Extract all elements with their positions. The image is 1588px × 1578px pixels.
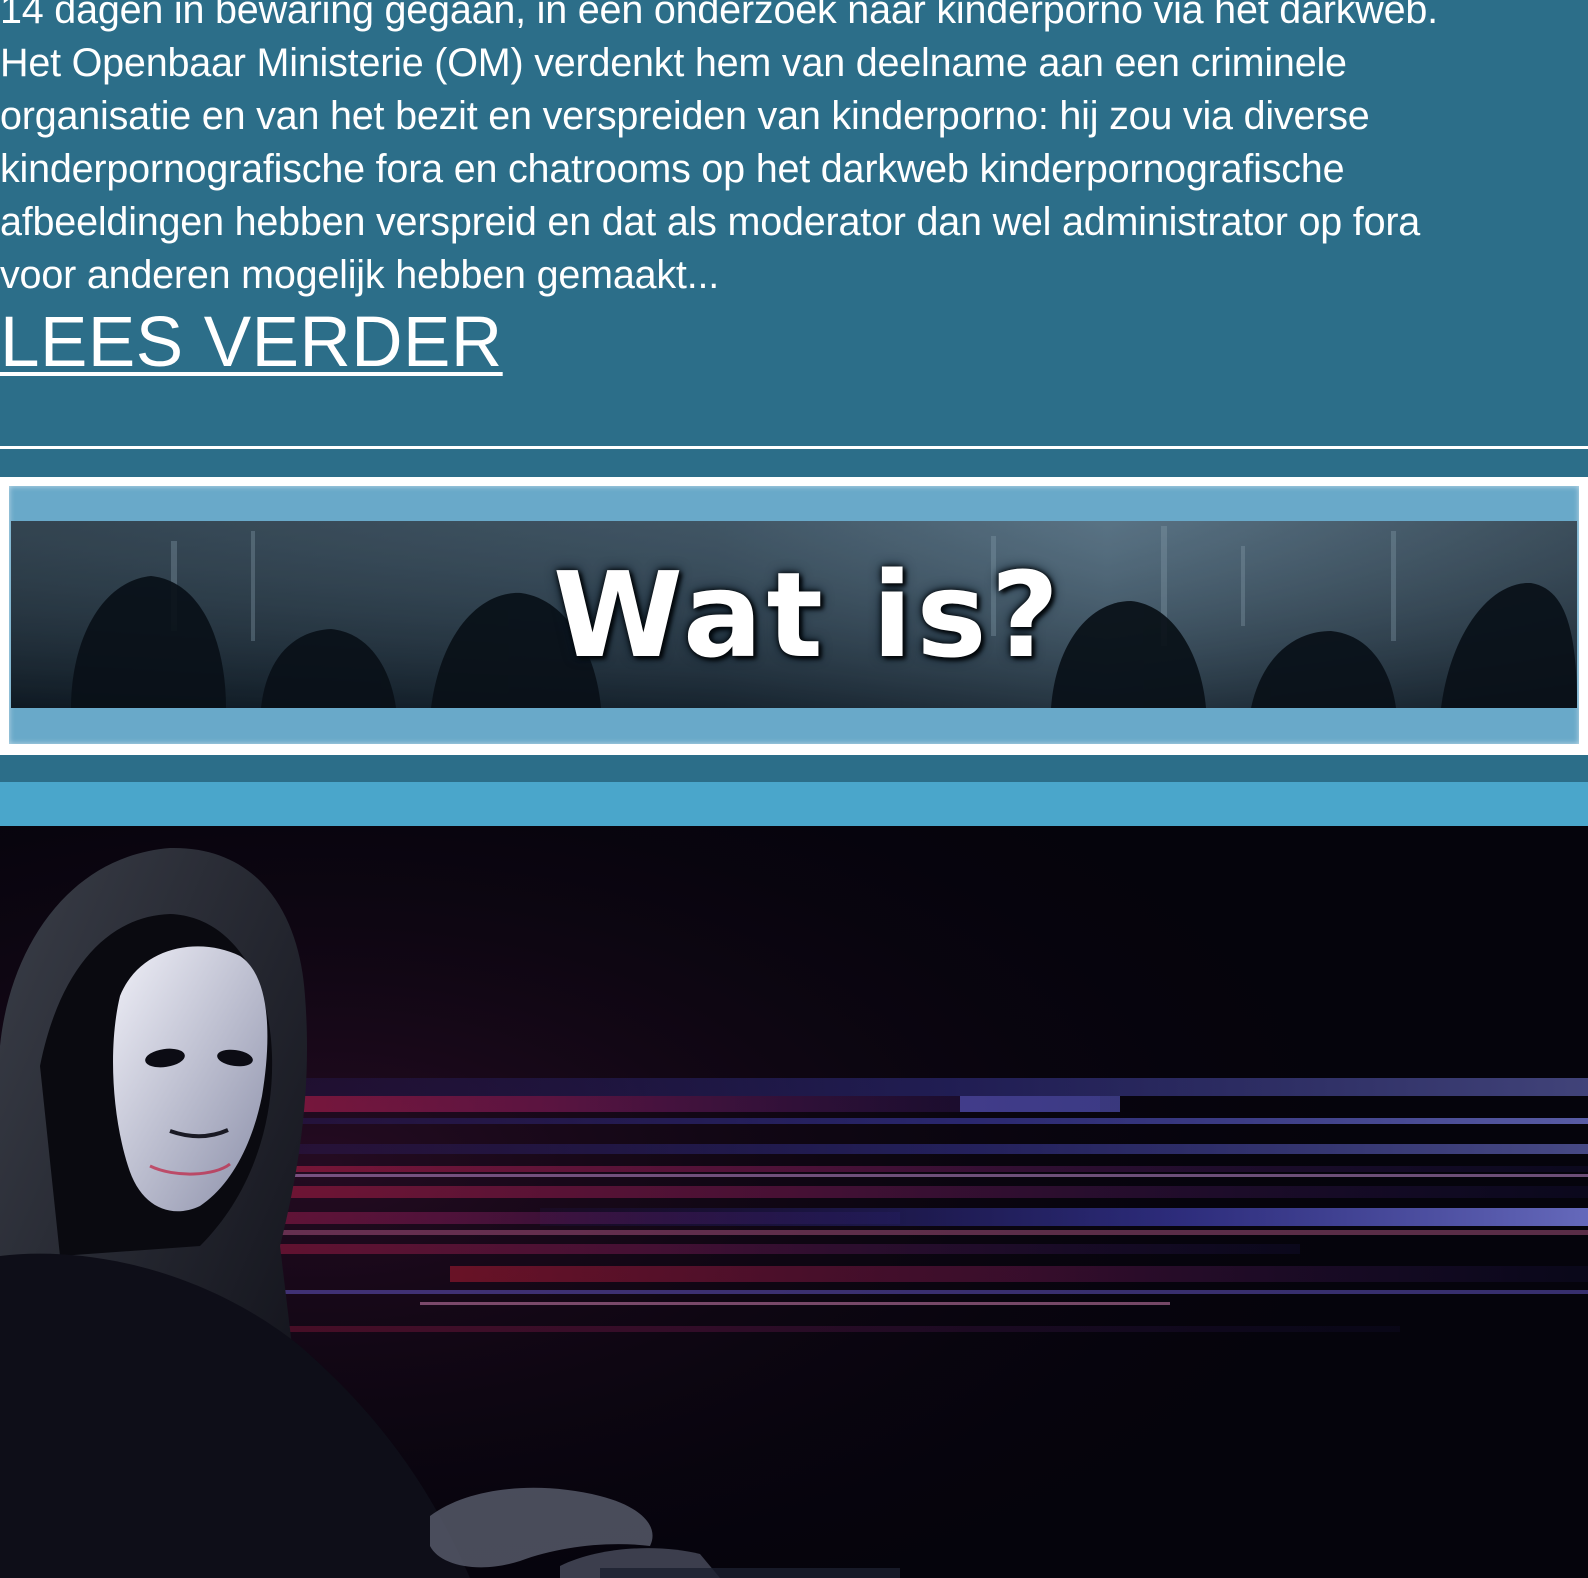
read-more-link[interactable]: LEES VERDER [0,302,503,384]
hero-image [0,826,1588,1578]
banner-title: Wat is? [552,545,1064,684]
article-excerpt-block: 14 dagen in bewaring gegaan, in een onde… [0,0,1588,384]
banner-border: Wat is? [9,486,1579,744]
section-band [0,782,1588,826]
hacker-illustration [0,826,1588,1578]
section-divider [0,446,1588,449]
article-excerpt: 14 dagen in bewaring gegaan, in een onde… [0,0,1438,297]
banner-image: Wat is? [11,521,1577,708]
banner[interactable]: Wat is? [0,477,1588,755]
page: 14 dagen in bewaring gegaan, in een onde… [0,0,1588,1578]
